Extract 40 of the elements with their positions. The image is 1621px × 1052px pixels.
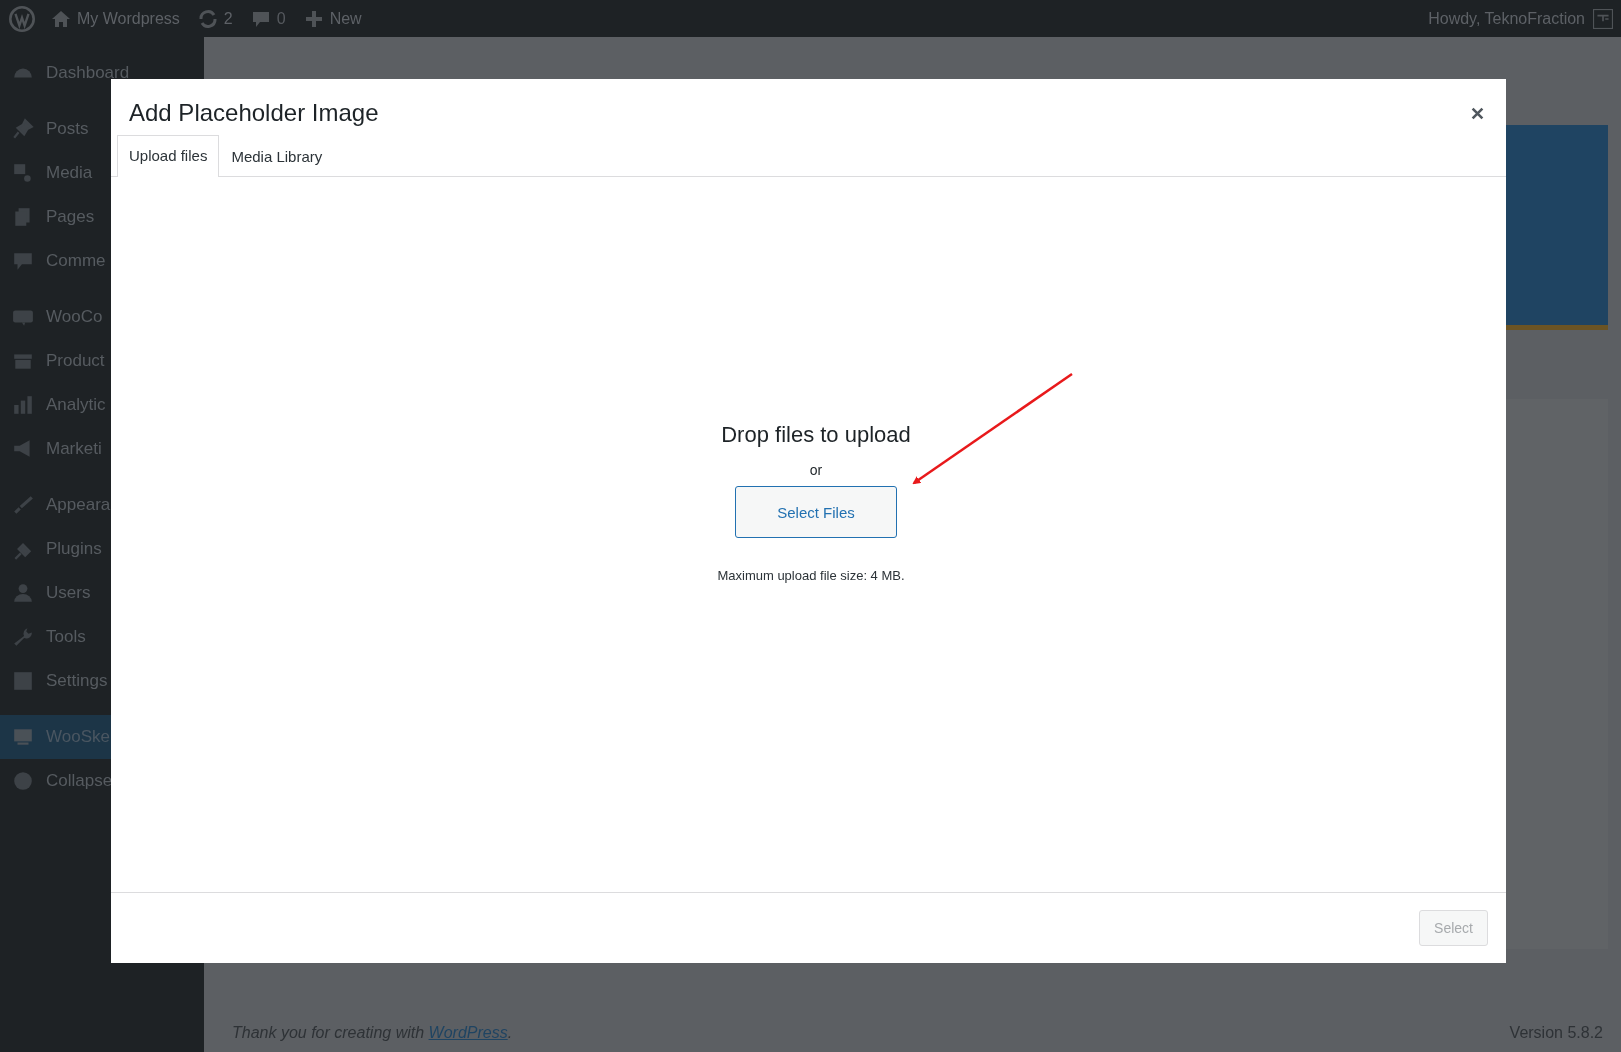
comments-link[interactable]: 0 [250,8,286,29]
media-icon [12,162,34,184]
menu-item[interactable]: Product [0,339,204,383]
menu-item[interactable]: Dashboard [0,51,204,95]
menu-item[interactable]: WooCo [0,295,204,339]
menu-item[interactable]: Comme [0,239,204,283]
monitor-icon [12,726,34,748]
max-size-text: Maximum upload file size: 4 MB. [717,568,906,583]
menu-item[interactable]: Marketi [0,427,204,471]
home-icon [51,8,71,29]
tab[interactable]: Media Library [219,136,335,177]
select-files-button[interactable]: Select Files [735,486,897,538]
refresh-icon [197,8,218,29]
new-link[interactable]: New [303,8,362,29]
bars-icon [12,394,34,416]
close-icon[interactable] [1471,106,1484,120]
wrench-icon [12,626,34,648]
dialog-title: Add Placeholder Image [129,99,379,127]
avatar-icon[interactable] [1593,8,1613,29]
logo-icon[interactable] [9,5,35,32]
menu-item[interactable]: Analytic [0,383,204,427]
menu-item[interactable]: Settings [0,659,204,703]
brush-icon [12,494,34,516]
wordpress-link[interactable]: WordPress [428,1024,508,1041]
menu-item[interactable]: Pages [0,195,204,239]
greeting-link[interactable]: Howdy, TeknoFraction [1428,9,1585,28]
menu-item[interactable]: Appeara [0,483,204,527]
or-text: or [809,462,823,478]
menu-item[interactable]: Tools [0,615,204,659]
plus-icon [303,8,324,29]
tab[interactable]: Upload files [117,135,220,177]
menu-item[interactable]: Users [0,571,204,615]
pin-icon [12,118,34,140]
drop-instructions: Drop files to upload [721,422,911,448]
person-icon [12,582,34,604]
menu-item[interactable]: Collapse [0,759,204,803]
site-link[interactable]: My Wordpress [51,8,180,29]
updates-link[interactable]: 2 [197,8,233,29]
comment-icon [12,250,34,272]
menu-item[interactable]: Plugins [0,527,204,571]
